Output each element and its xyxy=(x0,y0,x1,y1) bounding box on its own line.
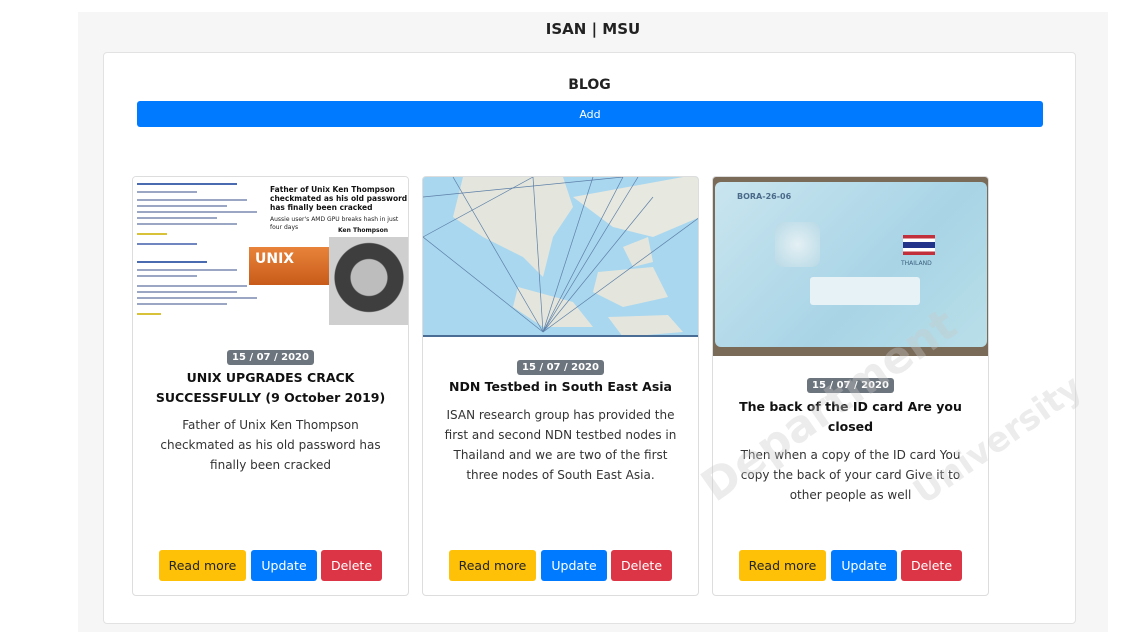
card-image-idcard: BORA-26-06 THAILAND xyxy=(713,177,988,356)
blog-heading: BLOG xyxy=(568,77,611,93)
id-card-back: BORA-26-06 THAILAND xyxy=(715,182,987,347)
date-badge: 15 / 07 / 2020 xyxy=(807,378,894,393)
card-date: 15 / 07 / 2020 xyxy=(423,355,698,375)
sea-map-graphic xyxy=(423,177,698,337)
card-code: BORA-26-06 xyxy=(737,192,792,201)
update-button[interactable]: Update xyxy=(541,550,607,581)
card-title: UNIX UPGRADES CRACK SUCCESSFULLY (9 Octo… xyxy=(155,370,386,405)
card-field-box xyxy=(810,277,920,305)
delete-button[interactable]: Delete xyxy=(901,550,962,581)
blog-card-unix: Father of Unix Ken Thompson checkmated a… xyxy=(132,176,409,596)
delete-button[interactable]: Delete xyxy=(611,550,672,581)
card-image-map xyxy=(423,177,698,337)
date-badge: 15 / 07 / 2020 xyxy=(517,360,604,375)
read-more-button[interactable]: Read more xyxy=(449,550,536,581)
card-image-news: Father of Unix Ken Thompson checkmated a… xyxy=(133,177,408,325)
delete-button[interactable]: Delete xyxy=(321,550,382,581)
news-article-left xyxy=(133,177,268,325)
read-more-button[interactable]: Read more xyxy=(159,550,246,581)
date-badge: 15 / 07 / 2020 xyxy=(227,350,314,365)
country-label: THAILAND xyxy=(901,260,932,267)
ken-thompson-photo xyxy=(329,237,408,325)
card-text: Then when a copy of the ID card You copy… xyxy=(740,448,961,502)
blog-card-idcard: BORA-26-06 THAILAND 15 / 07 / 2020 The b… xyxy=(712,176,989,596)
add-button[interactable]: Add xyxy=(137,101,1043,127)
news-headline: Father of Unix Ken Thompson checkmated a… xyxy=(270,185,408,212)
photo-caption: Ken Thompson xyxy=(338,227,388,234)
card-title: The back of the ID card Are you closed xyxy=(739,399,962,434)
card-text: ISAN research group has provided the fir… xyxy=(444,408,677,482)
update-button[interactable]: Update xyxy=(251,550,317,581)
unix-logo: UNIX xyxy=(249,247,329,285)
card-title: NDN Testbed in South East Asia xyxy=(449,379,672,394)
card-text: Father of Unix Ken Thompson checkmated a… xyxy=(160,418,381,472)
thai-flag-icon xyxy=(903,235,935,255)
card-date: 15 / 07 / 2020 xyxy=(133,345,408,365)
site-title: ISAN | MSU xyxy=(545,20,641,38)
update-button[interactable]: Update xyxy=(831,550,897,581)
read-more-button[interactable]: Read more xyxy=(739,550,826,581)
blog-card-ndn: 15 / 07 / 2020 NDN Testbed in South East… xyxy=(422,176,699,596)
chip-area xyxy=(775,222,820,267)
card-date: 15 / 07 / 2020 xyxy=(713,373,988,393)
